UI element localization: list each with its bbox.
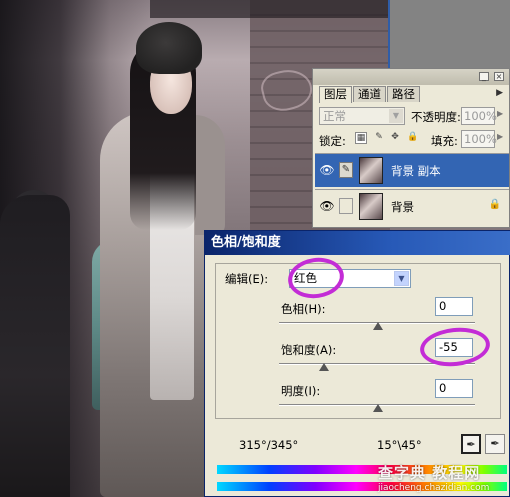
tab-layers[interactable]: 图层 [319,86,352,103]
lock-paint-icon[interactable]: ✎ [373,132,385,144]
eye-icon[interactable]: 👁 [319,199,335,213]
link-box[interactable] [339,198,353,214]
lock-icon: 🔒 [488,199,501,210]
minimize-icon[interactable]: _ [479,72,489,81]
watermark: 查字典 教程网 jiaocheng.chazidian.com [360,462,510,497]
photo-top-shadow [150,0,390,18]
chevron-down-icon[interactable]: ▼ [394,271,409,286]
eyedropper-icon[interactable]: ✒ [461,434,481,454]
fill-arrow-icon[interactable]: ▶ [497,132,503,141]
tab-channels[interactable]: 通道 [353,86,386,102]
workspace-background [388,0,510,68]
canvas-edge [388,0,390,68]
opacity-input[interactable]: 100% [461,107,497,125]
layer-name: 背景 副本 [391,164,441,178]
woman-coat-sleeve [195,115,225,235]
layer-row-background[interactable]: 👁 背景 🔒 [315,189,509,223]
hue-input[interactable]: 0 [435,297,473,316]
lightness-slider-thumb[interactable] [373,404,383,412]
lightness-input[interactable]: 0 [435,379,473,398]
eyedropper-plus-icon[interactable]: ✒ [485,434,505,454]
blend-mode-select[interactable]: 正常 ▼ [319,107,405,125]
lightness-label: 明度(I): [281,384,321,398]
layer-thumbnail [359,157,383,184]
lock-label: 锁定: [319,134,346,148]
saturation-slider-thumb[interactable] [319,363,329,371]
fill-input[interactable]: 100% [461,130,497,148]
saturation-label: 饱和度(A): [281,343,337,357]
woman-beanie [136,22,202,74]
layer-name: 背景 [391,200,414,214]
tab-paths[interactable]: 路径 [387,86,420,102]
dialog-title[interactable]: 色相/饱和度 [205,231,510,255]
range-right-label: 15°\45° [377,438,422,452]
layer-row-copy[interactable]: 👁 ✎ 背景 副本 [315,153,509,187]
lock-move-icon[interactable]: ✥ [389,132,401,144]
watermark-title: 查字典 教程网 [378,464,481,482]
close-icon[interactable]: × [494,72,504,81]
edit-label: 编辑(E): [225,272,269,286]
layers-panel: _ × 图层 通道 路径 ▶ 正常 ▼ 不透明度: 100% ▶ 锁定: ▦ ✎… [312,68,510,228]
blend-mode-value: 正常 [323,109,346,123]
opacity-label: 不透明度: [411,110,461,124]
layer-thumbnail [359,193,383,220]
range-left-label: 315°/345° [239,438,299,452]
lock-transparent-icon[interactable]: ▦ [355,132,367,144]
menu-arrow-icon[interactable]: ▶ [496,88,503,98]
hue-label: 色相(H): [281,302,326,316]
brush-icon: ✎ [339,162,353,178]
eye-icon[interactable]: 👁 [319,163,335,177]
panel-title-bar[interactable]: _ × [313,69,509,85]
watermark-url: jiaocheng.chazidian.com [378,483,490,493]
lock-all-icon[interactable]: 🔒 [407,132,419,144]
chevron-down-icon[interactable]: ▼ [389,109,403,123]
hue-slider-thumb[interactable] [373,322,383,330]
panel-tabs: 图层 通道 路径 [319,86,421,103]
opacity-arrow-icon[interactable]: ▶ [497,109,503,118]
fill-label: 填充: [431,134,458,148]
left-person [0,195,70,497]
